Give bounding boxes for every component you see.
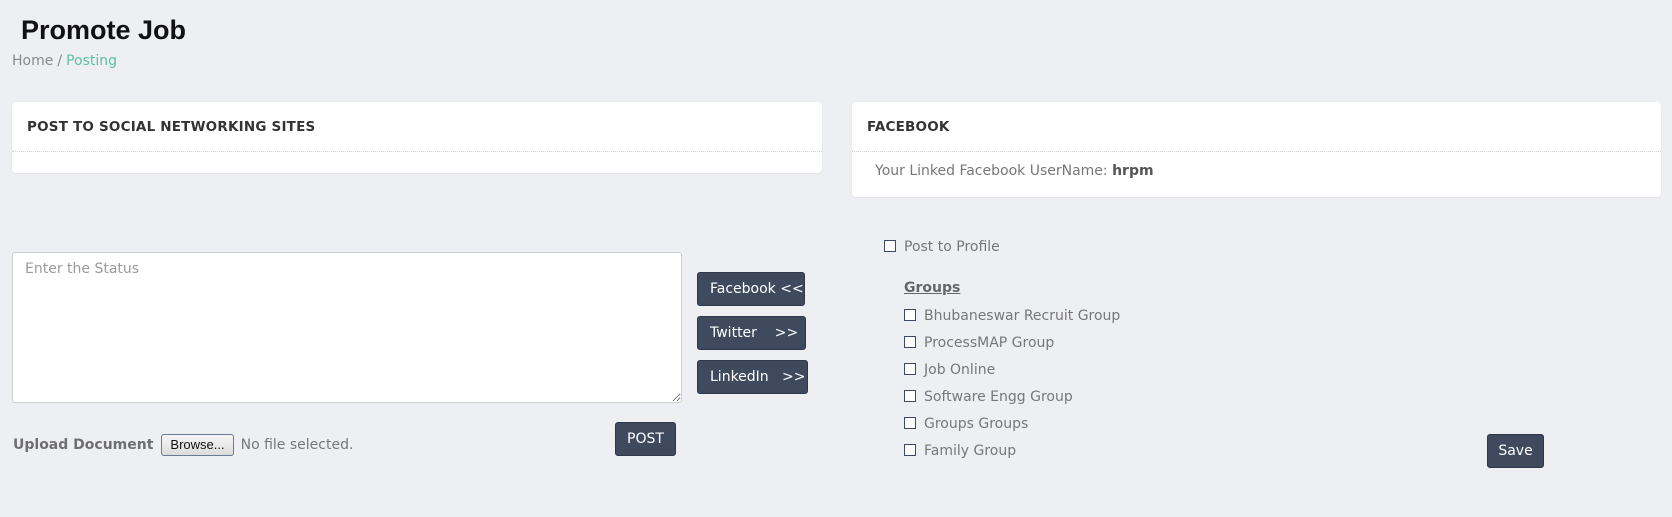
group-checkbox[interactable] <box>904 363 916 375</box>
breadcrumb-home[interactable]: Home <box>12 53 53 69</box>
browse-button[interactable]: Browse... <box>161 434 234 456</box>
group-label: Bhubaneswar Recruit Group <box>924 308 1121 324</box>
group-item[interactable]: Bhubaneswar Recruit Group <box>904 306 1120 333</box>
group-item[interactable]: Family Group <box>904 441 1120 468</box>
group-item[interactable]: Software Engg Group <box>904 387 1120 414</box>
twitter-button[interactable]: Twitter >> <box>697 316 806 350</box>
save-button[interactable]: Save <box>1487 434 1544 468</box>
facebook-button[interactable]: Facebook << <box>697 272 805 306</box>
group-checkbox[interactable] <box>904 444 916 456</box>
post-to-profile-label: Post to Profile <box>904 239 1000 255</box>
groups-heading: Groups <box>904 280 961 296</box>
group-label: ProcessMAP Group <box>924 335 1055 351</box>
upload-document-label: Upload Document <box>13 437 154 453</box>
group-checkbox[interactable] <box>904 390 916 402</box>
social-panel-heading: POST TO SOCIAL NETWORKING SITES <box>12 102 822 152</box>
group-label: Job Online <box>924 362 996 378</box>
file-status: No file selected. <box>240 437 354 453</box>
group-label: Family Group <box>924 443 1017 459</box>
post-to-profile-option[interactable]: Post to Profile <box>884 239 1000 255</box>
facebook-panel-heading: FACEBOOK <box>852 102 1661 152</box>
facebook-panel: FACEBOOK Your Linked Facebook UserName: … <box>852 102 1661 197</box>
group-label: Software Engg Group <box>924 389 1073 405</box>
linkedin-button[interactable]: LinkedIn >> <box>697 360 808 394</box>
breadcrumb: Home / Posting <box>12 53 117 69</box>
group-checkbox[interactable] <box>904 336 916 348</box>
group-list: Bhubaneswar Recruit Group ProcessMAP Gro… <box>904 306 1120 468</box>
social-networking-panel: POST TO SOCIAL NETWORKING SITES <box>12 102 822 173</box>
group-checkbox[interactable] <box>904 417 916 429</box>
group-item[interactable]: Job Online <box>904 360 1120 387</box>
facebook-linked-info: Your Linked Facebook UserName: hrpm <box>852 152 1661 191</box>
facebook-linked-label: Your Linked Facebook UserName: <box>875 163 1108 179</box>
breadcrumb-separator: / <box>57 53 63 69</box>
facebook-username: hrpm <box>1112 163 1154 179</box>
breadcrumb-current: Posting <box>66 53 118 69</box>
post-to-profile-checkbox[interactable] <box>884 240 896 252</box>
upload-document-row: Upload Document Browse... No file select… <box>13 433 353 457</box>
group-item[interactable]: ProcessMAP Group <box>904 333 1120 360</box>
post-button[interactable]: POST <box>615 422 676 456</box>
group-checkbox[interactable] <box>904 309 916 321</box>
page-title: Promote Job <box>21 15 187 45</box>
group-item[interactable]: Groups Groups <box>904 414 1120 441</box>
status-textarea[interactable] <box>12 252 682 403</box>
group-label: Groups Groups <box>924 416 1029 432</box>
